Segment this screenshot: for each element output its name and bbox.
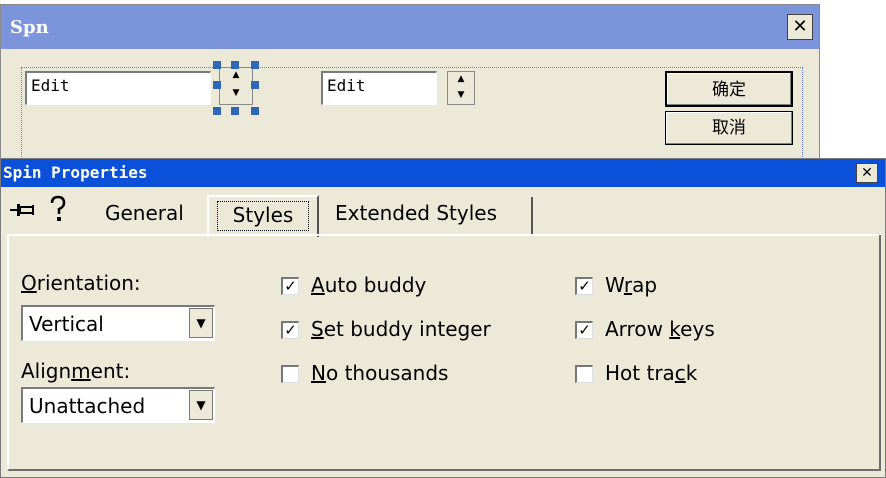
edit-control-2[interactable]: Edit (321, 71, 437, 105)
spin-control-2[interactable]: ▲ ▼ (447, 71, 475, 105)
properties-titlebar: Spin Properties ✕ (1, 159, 885, 187)
selection-handle[interactable] (231, 61, 239, 69)
selection-handle[interactable] (213, 61, 221, 69)
selection-handle[interactable] (251, 61, 259, 69)
hot-track-label: Hot track (605, 361, 698, 385)
orientation-label: Orientation: (21, 271, 141, 295)
arrow-keys-checkbox[interactable]: ✓ (575, 321, 593, 339)
checkmark-icon: ✓ (578, 321, 591, 339)
selection-handle[interactable] (213, 107, 221, 115)
selection-handle[interactable] (213, 81, 221, 89)
tab-divider (531, 197, 533, 235)
tab-general[interactable]: General (105, 201, 184, 225)
tab-extended-styles[interactable]: Extended Styles (335, 201, 497, 225)
wrap-label: Wrap (605, 273, 658, 297)
spin-down-arrow-icon[interactable]: ▼ (448, 88, 474, 104)
chevron-down-icon[interactable]: ▼ (189, 308, 213, 338)
close-icon: ✕ (792, 16, 808, 37)
properties-title: Spin Properties (3, 163, 148, 182)
spin-control-1[interactable]: ▲ ▼ (219, 67, 253, 105)
alignment-label: Alignment: (21, 359, 131, 383)
auto-buddy-label: Auto buddy (311, 273, 427, 297)
checkmark-icon: ✓ (284, 277, 297, 295)
checkmark-icon: ✓ (284, 321, 297, 339)
dialog-close-button[interactable]: ✕ (787, 14, 813, 40)
spin-down-arrow-icon[interactable]: ▼ (220, 86, 252, 104)
dialog-title: Spn (10, 17, 49, 38)
set-buddy-integer-checkbox[interactable]: ✓ (281, 321, 299, 339)
edit-control-1[interactable]: Edit (25, 71, 211, 105)
properties-close-button[interactable]: ✕ (856, 163, 878, 183)
alignment-value: Unattached (29, 394, 146, 418)
orientation-dropdown[interactable]: Vertical ▼ (21, 305, 215, 341)
selection-handle[interactable] (231, 107, 239, 115)
spin-properties-window: Spin Properties ✕ General Styles Extende… (0, 158, 886, 478)
spin-up-arrow-icon[interactable]: ▲ (448, 72, 474, 88)
ok-button[interactable]: 确定 (665, 71, 793, 107)
set-buddy-integer-label: Set buddy integer (311, 317, 491, 341)
dialog-titlebar: Spn ✕ (1, 5, 819, 49)
checkmark-icon: ✓ (578, 277, 591, 295)
help-icon[interactable] (47, 195, 69, 223)
no-thousands-checkbox[interactable] (281, 365, 299, 383)
no-thousands-label: No thousands (311, 361, 449, 385)
selection-handle[interactable] (251, 107, 259, 115)
arrow-keys-label: Arrow keys (605, 317, 715, 341)
spin-up-arrow-icon[interactable]: ▲ (220, 68, 252, 86)
hot-track-checkbox[interactable] (575, 365, 593, 383)
wrap-checkbox[interactable]: ✓ (575, 277, 593, 295)
design-dialog: Spn ✕ Edit ▲ ▼ Edit ▲ ▼ 确定 取消 (0, 4, 820, 164)
pushpin-icon[interactable] (9, 199, 39, 221)
focus-rectangle (217, 201, 309, 231)
selection-handle[interactable] (251, 81, 259, 89)
orientation-value: Vertical (29, 312, 104, 336)
close-icon: ✕ (861, 165, 873, 181)
chevron-down-icon[interactable]: ▼ (189, 390, 213, 420)
cancel-button[interactable]: 取消 (665, 111, 793, 145)
auto-buddy-checkbox[interactable]: ✓ (281, 277, 299, 295)
alignment-dropdown[interactable]: Unattached ▼ (21, 387, 215, 423)
tab-styles[interactable]: Styles (207, 195, 319, 237)
